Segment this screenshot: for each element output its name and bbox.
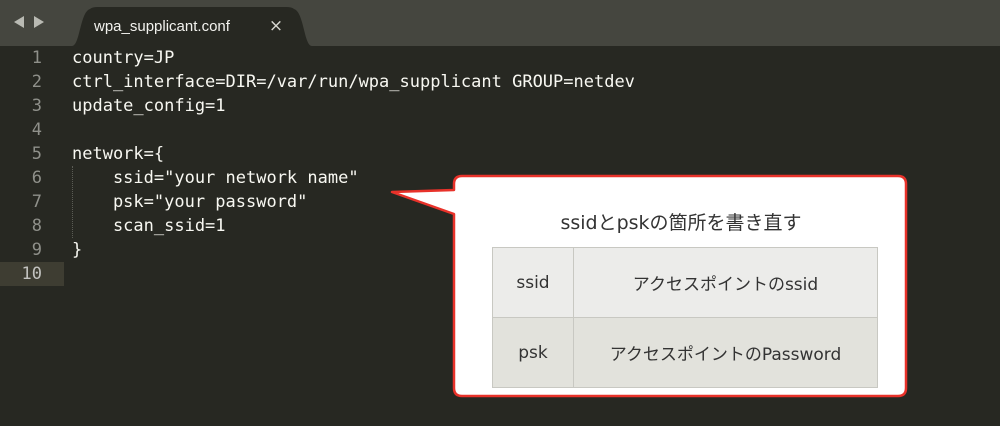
table-row: psk アクセスポイントのPassword — [492, 317, 878, 388]
table-key-cell: psk — [492, 317, 574, 388]
table-row: ssid アクセスポイントのssid — [492, 247, 878, 318]
table-key-cell: ssid — [492, 247, 574, 318]
table-value-cell: アクセスポイントのssid — [573, 247, 878, 318]
table-value-cell: アクセスポイントのPassword — [573, 317, 878, 388]
callout-title: ssidとpskの箇所を書き直す — [560, 212, 802, 234]
info-table: ssid アクセスポイントのssid psk アクセスポイントのPassword — [492, 247, 878, 388]
